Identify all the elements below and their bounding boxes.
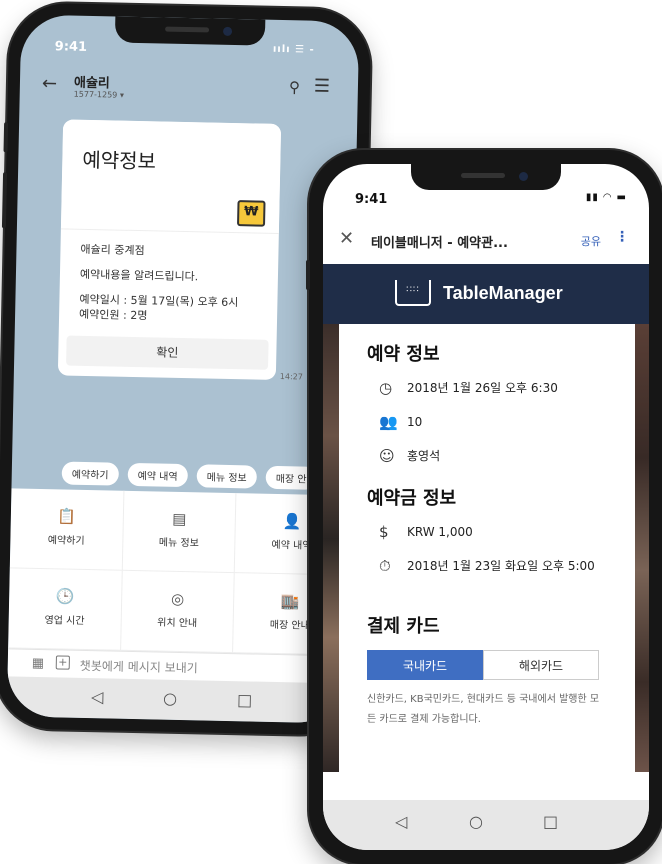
quick-replies: 예약하기 예약 내역 메뉴 정보 매장 안 — [61, 461, 321, 490]
deposit-amount: KRW 1,000 — [407, 525, 473, 539]
brand-banner: ∷∷ TableManager — [323, 264, 649, 324]
grid-item-hours[interactable]: 🕒 영업 시간 — [8, 568, 123, 651]
recent-apps-icon[interactable]: □ — [543, 812, 558, 831]
deposit-deadline: 2018년 1월 23일 화요일 오후 5:00 — [407, 559, 595, 573]
signal-icon: ıılı ☰ - — [272, 43, 315, 56]
back-nav-icon[interactable]: ◁ — [395, 812, 407, 831]
notch — [411, 164, 561, 190]
grid-item-menu[interactable]: ▤ 메뉴 정보 — [122, 490, 237, 574]
reservation-datetime-row: ◷ 2018년 1월 26일 오후 6:30 — [367, 378, 635, 412]
wallet-icon: ₩ — [237, 200, 266, 227]
status-time: 9:41 — [54, 39, 88, 55]
clipboard-icon: 📋 — [57, 507, 77, 526]
phone-tablemanager-device: 9:41 ▮▮ ◠ ▬ ✕ 테이블매니저 - 예약관... 공유 ⋮ ∷∷ Ta… — [306, 150, 662, 864]
confirm-button[interactable]: 확인 — [66, 335, 269, 370]
background-photo — [323, 324, 339, 772]
grid-label: 영업 시간 — [44, 615, 85, 627]
side-button — [1, 172, 8, 229]
deposit-amount-row: $ KRW 1,000 — [367, 522, 635, 556]
reservation-people: 10 — [407, 415, 423, 429]
message-time: 14:27 — [279, 372, 304, 382]
card-title: 예약정보 — [82, 147, 157, 174]
status-time: 9:41 — [355, 192, 388, 207]
tab-domestic-card[interactable]: 국내카드 — [367, 650, 483, 680]
brand-name: TableManager — [443, 283, 563, 303]
back-nav-icon[interactable]: ◁ — [91, 687, 104, 706]
reservation-name-row: ☺ 홍영석 — [367, 446, 635, 480]
home-nav-icon[interactable]: ○ — [469, 812, 483, 831]
grid-label: 메뉴 정보 — [158, 537, 199, 550]
side-button — [306, 260, 310, 290]
face-icon: ☺ — [379, 447, 395, 465]
grid-label: 위치 안내 — [157, 617, 198, 630]
menu-icon[interactable]: ☰ — [314, 76, 331, 97]
reservation-card: 예약정보 ₩ 애슐리 중계점 예약내용을 알려드립니다. 예약일시 : 5월 1… — [57, 119, 282, 380]
plus-icon[interactable]: + — [55, 655, 70, 670]
grid-label: 예약하기 — [47, 535, 85, 547]
page-title: 테이블매니저 - 예약관... — [371, 236, 508, 251]
clock-icon: 🕒 — [55, 587, 75, 606]
grid-label: 매장 안내 — [269, 619, 310, 632]
menu-grid: 📋 예약하기 ▤ 메뉴 정보 👤 예약 내역 🕒 영업 시간 ◎ 위치 안내 🏬 매장 안내 — [8, 488, 350, 656]
reservation-name: 홍영석 — [407, 449, 441, 463]
reservation-content: 예약 정보 ◷ 2018년 1월 26일 오후 6:30 👥 10 ☺ 홍영석 예약금… — [339, 324, 635, 772]
home-nav-icon[interactable]: ○ — [163, 689, 177, 708]
grid-menu-icon[interactable]: ▦ — [32, 656, 45, 671]
notice-text: 예약내용을 알려드립니다. — [79, 267, 199, 284]
tablemanager-logo-icon: ∷∷ — [395, 280, 431, 306]
browser-header: ✕ 테이블매니저 - 예약관... 공유 ⋮ — [323, 222, 649, 262]
system-nav-bar: ◁ ○ □ — [6, 676, 346, 724]
grid-item-location[interactable]: ◎ 위치 안내 — [120, 570, 236, 654]
people-icon: 👥 — [379, 413, 398, 431]
search-icon[interactable]: ⚲ — [289, 78, 300, 96]
background-photo — [635, 324, 649, 772]
chat-header: ← 애슐리 1577-1259 ▾ ⚲ ☰ — [19, 67, 358, 114]
grid-label: 예약 내역 — [271, 539, 312, 552]
reservation-datetime: 2018년 1월 26일 오후 6:30 — [407, 381, 558, 395]
quick-reply-menu[interactable]: 메뉴 정보 — [196, 464, 257, 489]
recent-apps-icon[interactable]: □ — [237, 690, 253, 709]
section-title-card: 결제 카드 — [367, 616, 440, 637]
section-title-deposit: 예약금 정보 — [367, 488, 457, 509]
tablemanager-screen: 9:41 ▮▮ ◠ ▬ ✕ 테이블매니저 - 예약관... 공유 ⋮ ∷∷ Ta… — [323, 164, 649, 850]
reservation-people-row: 👥 10 — [367, 412, 635, 446]
share-button[interactable]: 공유 — [581, 233, 601, 249]
system-nav-bar: ◁ ○ □ — [323, 800, 649, 850]
location-pin-icon: ◎ — [170, 589, 185, 609]
card-type-tabs: 국내카드 해외카드 — [367, 650, 599, 680]
quick-reply-history[interactable]: 예약 내역 — [127, 462, 188, 488]
section-title-reservation: 예약 정보 — [367, 344, 440, 365]
notch — [114, 16, 266, 46]
quick-reply-reserve[interactable]: 예약하기 — [61, 461, 119, 486]
store-name: 애슐리 중계점 — [80, 242, 145, 258]
chat-screen: 9:41 ıılı ☰ - ← 애슐리 1577-1259 ▾ ⚲ ☰ 예약정보… — [6, 14, 360, 724]
close-icon[interactable]: ✕ — [339, 228, 354, 249]
clock-icon: ◷ — [379, 379, 393, 397]
card-note: 신한카드, KB국민카드, 현대카드 등 국내에서 발행한 모든 카드로 결제 … — [367, 694, 600, 725]
dollar-icon: $ — [379, 523, 389, 541]
document-icon: ▤ — [172, 509, 187, 529]
contact-name: 애슐리 — [73, 75, 111, 92]
message-input[interactable]: 챗봇에게 메시지 보내기 — [80, 657, 198, 676]
side-button — [3, 122, 9, 153]
timer-icon: ⏱ — [379, 557, 391, 575]
contact-phone[interactable]: 1577-1259 ▾ — [74, 90, 124, 100]
battery-icon: ▮▮ ◠ ▬ — [585, 192, 627, 203]
back-arrow-icon[interactable]: ← — [42, 73, 58, 94]
more-icon[interactable]: ⋮ — [615, 229, 629, 245]
deposit-deadline-row: ⏱ 2018년 1월 23일 화요일 오후 5:00 — [367, 556, 635, 608]
tab-overseas-card[interactable]: 해외카드 — [483, 650, 599, 680]
grid-item-reserve[interactable]: 📋 예약하기 — [9, 488, 125, 571]
